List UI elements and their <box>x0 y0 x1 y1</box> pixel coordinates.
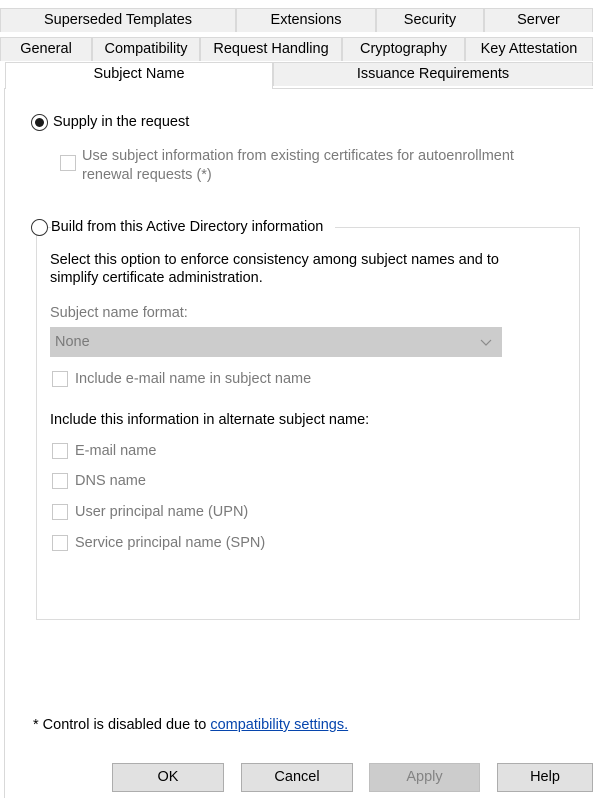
tab-request-handling[interactable]: Request Handling <box>200 37 342 61</box>
build-from-ad-label: Build from this Active Directory informa… <box>51 218 336 236</box>
subject-name-format-dropdown[interactable]: None <box>50 327 502 357</box>
tab-server[interactable]: Server <box>484 8 593 32</box>
chevron-down-icon <box>480 339 492 346</box>
tab-superseded-templates[interactable]: Superseded Templates <box>0 8 236 32</box>
alt-dns-label: DNS name <box>75 473 146 489</box>
supply-in-request-label: Supply in the request <box>53 114 190 130</box>
tab-general[interactable]: General <box>0 37 92 61</box>
tab-compatibility[interactable]: Compatibility <box>92 37 200 61</box>
cancel-button[interactable]: Cancel <box>241 763 353 792</box>
tab-row-3: Subject Name Issuance Requirements <box>0 62 593 89</box>
tab-issuance-requirements[interactable]: Issuance Requirements <box>273 62 593 86</box>
tab-subject-name[interactable]: Subject Name <box>5 62 273 89</box>
ad-description-2: simplify certificate administration. <box>50 270 263 286</box>
compatibility-settings-link[interactable]: compatibility settings. <box>210 717 348 733</box>
alt-spn-checkbox[interactable] <box>52 535 68 551</box>
help-button[interactable]: Help <box>497 763 593 792</box>
autoenroll-renewal-label-2: renewal requests (*) <box>82 167 212 183</box>
tab-security[interactable]: Security <box>376 8 484 32</box>
include-email-checkbox[interactable] <box>52 371 68 387</box>
tab-extensions[interactable]: Extensions <box>236 8 376 32</box>
ok-button[interactable]: OK <box>112 763 224 792</box>
tab-key-attestation[interactable]: Key Attestation <box>465 37 593 61</box>
supply-in-request-radio[interactable] <box>31 114 48 131</box>
autoenroll-renewal-label-1: Use subject information from existing ce… <box>82 148 514 164</box>
alt-subject-heading: Include this information in alternate su… <box>50 412 370 428</box>
alt-spn-label: Service principal name (SPN) <box>75 535 266 551</box>
build-from-ad-radio[interactable] <box>31 219 48 236</box>
ad-description-1: Select this option to enforce consistenc… <box>50 252 499 268</box>
include-email-label: Include e-mail name in subject name <box>75 371 312 387</box>
tab-row-2: General Compatibility Request Handling C… <box>0 37 593 61</box>
compatibility-note-text: * Control is disabled due to <box>33 717 207 733</box>
subject-name-format-value: None <box>55 334 90 350</box>
tab-row-1: Superseded Templates Extensions Security… <box>0 8 593 32</box>
alt-dns-checkbox[interactable] <box>52 473 68 489</box>
alt-upn-checkbox[interactable] <box>52 504 68 520</box>
subject-name-format-label: Subject name format: <box>50 305 188 321</box>
radio-selected-dot <box>35 118 44 127</box>
alt-email-checkbox[interactable] <box>52 443 68 459</box>
autoenroll-renewal-checkbox[interactable] <box>60 155 76 171</box>
tab-cryptography[interactable]: Cryptography <box>342 37 465 61</box>
alt-upn-label: User principal name (UPN) <box>75 504 249 520</box>
alt-email-label: E-mail name <box>75 443 157 459</box>
apply-button[interactable]: Apply <box>369 763 480 792</box>
compatibility-note: * Control is disabled due to compatibili… <box>33 716 348 734</box>
window-title-fragment <box>0 0 593 8</box>
